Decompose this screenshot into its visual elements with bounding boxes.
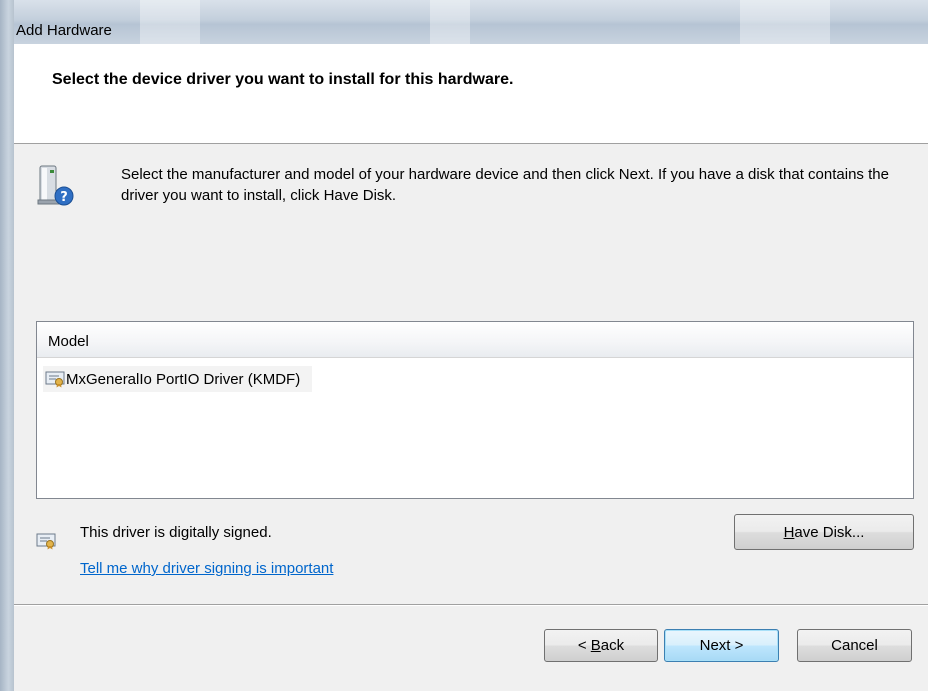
svg-text:?: ? [60, 190, 68, 205]
title-bar-glass-stripe [430, 0, 470, 44]
have-disk-label: ave Disk... [794, 523, 865, 541]
page-title: Select the device driver you want to ins… [52, 71, 514, 88]
instruction-text: Select the manufacturer and model of you… [121, 166, 889, 204]
signing-status-text: This driver is digitally signed. [80, 524, 272, 541]
cancel-label: Cancel [831, 637, 878, 654]
back-label: ack [600, 637, 625, 654]
model-column-header[interactable]: Model [37, 322, 913, 358]
model-item-label: MxGeneralIo PortIO Driver (KMDF) [66, 370, 301, 388]
footer-separator [14, 604, 928, 606]
model-listview[interactable]: Model MxGeneralIo PortIO Driver (KMDF) [36, 321, 914, 499]
certified-driver-icon [36, 533, 56, 550]
back-accelerator: B [590, 637, 601, 654]
driver-signing-link[interactable]: Tell me why driver signing is important [80, 560, 333, 577]
have-disk-accelerator: H [783, 523, 795, 541]
hardware-device-icon: ? [37, 165, 74, 206]
window-frame-left [0, 0, 14, 691]
title-bar[interactable]: Add Hardware [0, 0, 928, 44]
back-prefix: < [577, 637, 591, 654]
model-list-item[interactable]: MxGeneralIo PortIO Driver (KMDF) [43, 366, 313, 392]
have-disk-button[interactable]: Have Disk... [734, 514, 914, 550]
add-hardware-window: Add Hardware Select the device driver yo… [0, 0, 928, 691]
wizard-header: Select the device driver you want to ins… [14, 44, 928, 144]
next-button[interactable]: Next > [664, 629, 779, 662]
certified-driver-icon [45, 371, 65, 388]
cancel-button[interactable]: Cancel [797, 629, 912, 662]
title-bar-glass-stripe [740, 0, 830, 44]
back-button[interactable]: < Back [544, 629, 658, 662]
model-column-label: Model [48, 333, 89, 350]
next-label: Next > [699, 637, 744, 654]
title-bar-glass-stripe [140, 0, 200, 44]
wizard-content: Select the device driver you want to ins… [14, 44, 928, 691]
window-title: Add Hardware [16, 22, 112, 39]
